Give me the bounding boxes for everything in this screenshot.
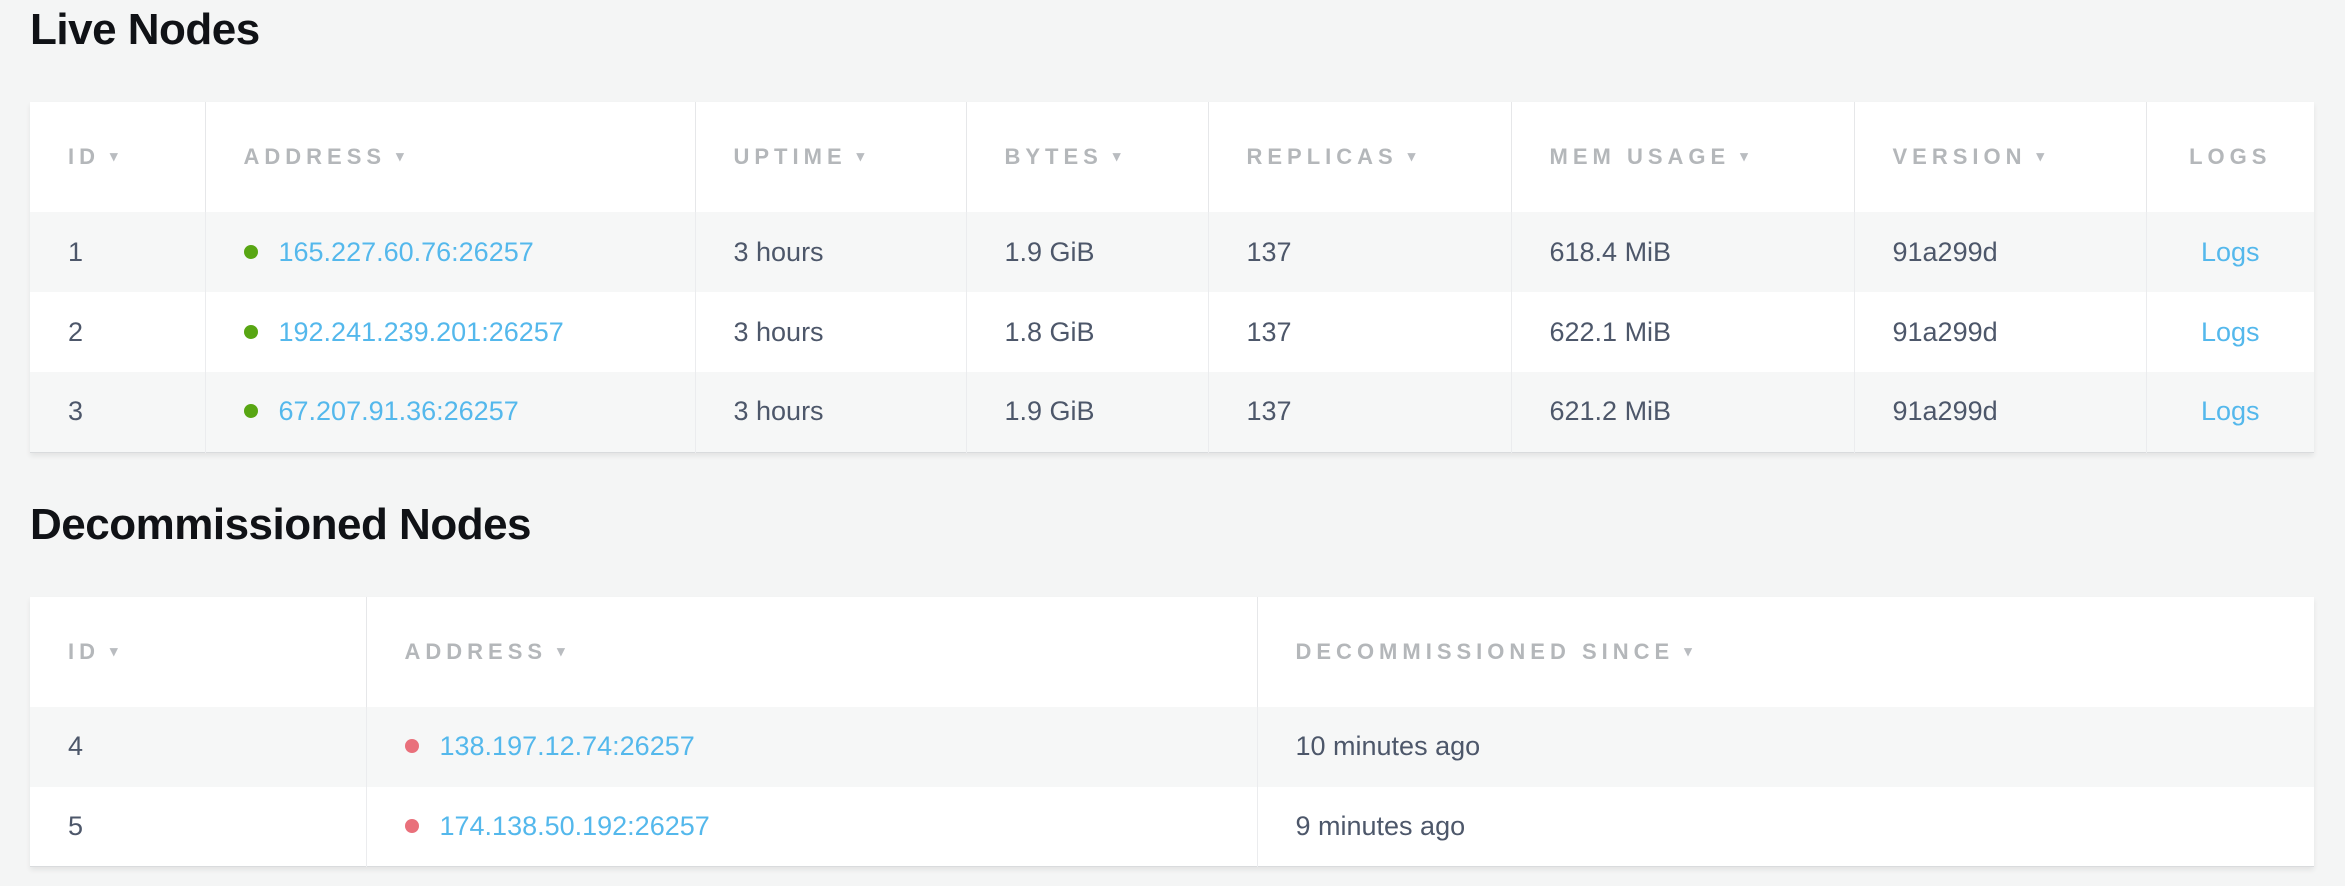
column-header-mem-usage[interactable]: MEM USAGE ▾ <box>1511 102 1854 212</box>
table-row: 2 192.241.239.201:26257 3 hours 1.8 GiB … <box>30 292 2314 372</box>
cell-decommissioned-since: 10 minutes ago <box>1257 707 2314 787</box>
cell-node-id: 3 <box>30 372 205 452</box>
node-decommissioned-status-dot <box>405 819 419 833</box>
logs-link[interactable]: Logs <box>2201 396 2260 426</box>
column-header-decommissioned-since[interactable]: DECOMMISSIONED SINCE ▾ <box>1257 597 2314 707</box>
cell-node-address: 165.227.60.76:26257 <box>205 212 695 292</box>
cell-node-address: 67.207.91.36:26257 <box>205 372 695 452</box>
column-header-address[interactable]: ADDRESS ▾ <box>366 597 1257 707</box>
cell-node-address: 174.138.50.192:26257 <box>366 787 1257 867</box>
cell-mem-usage: 621.2 MiB <box>1511 372 1854 452</box>
cell-bytes: 1.9 GiB <box>966 212 1208 292</box>
cell-replicas: 137 <box>1208 212 1511 292</box>
cell-bytes: 1.9 GiB <box>966 372 1208 452</box>
logs-link[interactable]: Logs <box>2201 317 2260 347</box>
column-header-uptime[interactable]: UPTIME ▾ <box>695 102 966 212</box>
cell-bytes: 1.8 GiB <box>966 292 1208 372</box>
cell-mem-usage: 622.1 MiB <box>1511 292 1854 372</box>
column-header-id[interactable]: ID ▾ <box>30 102 205 212</box>
sort-arrow-icon: ▾ <box>1684 642 1692 660</box>
decommissioned-nodes-header-row: ID ▾ ADDRESS ▾ DECOMMISSIONED SINCE ▾ <box>30 597 2314 707</box>
live-nodes-title: Live Nodes <box>30 4 2345 56</box>
sort-arrow-icon: ▾ <box>857 147 865 165</box>
sort-arrow-icon: ▾ <box>1740 147 1748 165</box>
column-header-id[interactable]: ID ▾ <box>30 597 366 707</box>
sort-arrow-icon: ▾ <box>557 642 565 660</box>
cell-uptime: 3 hours <box>695 372 966 452</box>
cell-mem-usage: 618.4 MiB <box>1511 212 1854 292</box>
cell-replicas: 137 <box>1208 372 1511 452</box>
cell-node-id: 4 <box>30 707 366 787</box>
column-header-logs: LOGS <box>2146 102 2314 212</box>
table-row: 1 165.227.60.76:26257 3 hours 1.9 GiB 13… <box>30 212 2314 292</box>
table-row: 3 67.207.91.36:26257 3 hours 1.9 GiB 137… <box>30 372 2314 452</box>
node-address-link[interactable]: 67.207.91.36:26257 <box>279 396 519 426</box>
cell-decommissioned-since: 9 minutes ago <box>1257 787 2314 867</box>
decommissioned-nodes-title: Decommissioned Nodes <box>30 499 2345 551</box>
live-nodes-header-row: ID ▾ ADDRESS ▾ UPTIME ▾ BYTES ▾ REPLICAS ▾ ME… <box>30 102 2314 212</box>
column-header-label: REPLICAS <box>1247 144 1398 169</box>
node-live-status-dot <box>244 404 258 418</box>
node-decommissioned-status-dot <box>405 739 419 753</box>
cell-version: 91a299d <box>1854 372 2146 452</box>
cell-node-address: 192.241.239.201:26257 <box>205 292 695 372</box>
column-header-label: ADDRESS <box>244 144 387 169</box>
column-header-label: LOGS <box>2189 144 2271 169</box>
column-header-label: MEM USAGE <box>1550 144 1731 169</box>
column-header-bytes[interactable]: BYTES ▾ <box>966 102 1208 212</box>
column-header-label: ID <box>68 144 100 169</box>
cell-version: 91a299d <box>1854 212 2146 292</box>
column-header-label: ADDRESS <box>405 639 548 664</box>
column-header-label: VERSION <box>1893 144 2027 169</box>
sort-arrow-icon: ▾ <box>1408 147 1416 165</box>
node-live-status-dot <box>244 325 258 339</box>
cell-node-id: 2 <box>30 292 205 372</box>
cell-uptime: 3 hours <box>695 212 966 292</box>
live-nodes-section: Live Nodes ID ▾ ADDRESS ▾ UPTIME ▾ BYTES ▾ R… <box>30 4 2345 453</box>
node-address-link[interactable]: 192.241.239.201:26257 <box>279 317 564 347</box>
live-nodes-table: ID ▾ ADDRESS ▾ UPTIME ▾ BYTES ▾ REPLICAS ▾ ME… <box>30 102 2314 453</box>
column-header-version[interactable]: VERSION ▾ <box>1854 102 2146 212</box>
cell-node-id: 1 <box>30 212 205 292</box>
node-live-status-dot <box>244 245 258 259</box>
cell-logs: Logs <box>2146 212 2314 292</box>
column-header-label: UPTIME <box>734 144 847 169</box>
column-header-replicas[interactable]: REPLICAS ▾ <box>1208 102 1511 212</box>
cell-uptime: 3 hours <box>695 292 966 372</box>
cell-logs: Logs <box>2146 292 2314 372</box>
cell-logs: Logs <box>2146 372 2314 452</box>
cell-node-id: 5 <box>30 787 366 867</box>
column-header-label: ID <box>68 639 100 664</box>
node-address-link[interactable]: 165.227.60.76:26257 <box>279 237 534 267</box>
table-row: 5 174.138.50.192:26257 9 minutes ago <box>30 787 2314 867</box>
sort-arrow-icon: ▾ <box>110 147 118 165</box>
cell-version: 91a299d <box>1854 292 2146 372</box>
column-header-label: BYTES <box>1005 144 1103 169</box>
column-header-address[interactable]: ADDRESS ▾ <box>205 102 695 212</box>
sort-arrow-icon: ▾ <box>396 147 404 165</box>
decommissioned-nodes-section: Decommissioned Nodes ID ▾ ADDRESS ▾ DECOMM… <box>30 499 2345 868</box>
table-row: 4 138.197.12.74:26257 10 minutes ago <box>30 707 2314 787</box>
sort-arrow-icon: ▾ <box>2037 147 2045 165</box>
cluster-nodes-page: Live Nodes ID ▾ ADDRESS ▾ UPTIME ▾ BYTES ▾ R… <box>30 4 2345 867</box>
column-header-label: DECOMMISSIONED SINCE <box>1296 639 1675 664</box>
node-address-link[interactable]: 138.197.12.74:26257 <box>440 731 695 761</box>
sort-arrow-icon: ▾ <box>110 642 118 660</box>
sort-arrow-icon: ▾ <box>1113 147 1121 165</box>
logs-link[interactable]: Logs <box>2201 237 2260 267</box>
decommissioned-nodes-table: ID ▾ ADDRESS ▾ DECOMMISSIONED SINCE ▾ 4 138… <box>30 597 2314 868</box>
node-address-link[interactable]: 174.138.50.192:26257 <box>440 811 710 841</box>
cell-node-address: 138.197.12.74:26257 <box>366 707 1257 787</box>
cell-replicas: 137 <box>1208 292 1511 372</box>
